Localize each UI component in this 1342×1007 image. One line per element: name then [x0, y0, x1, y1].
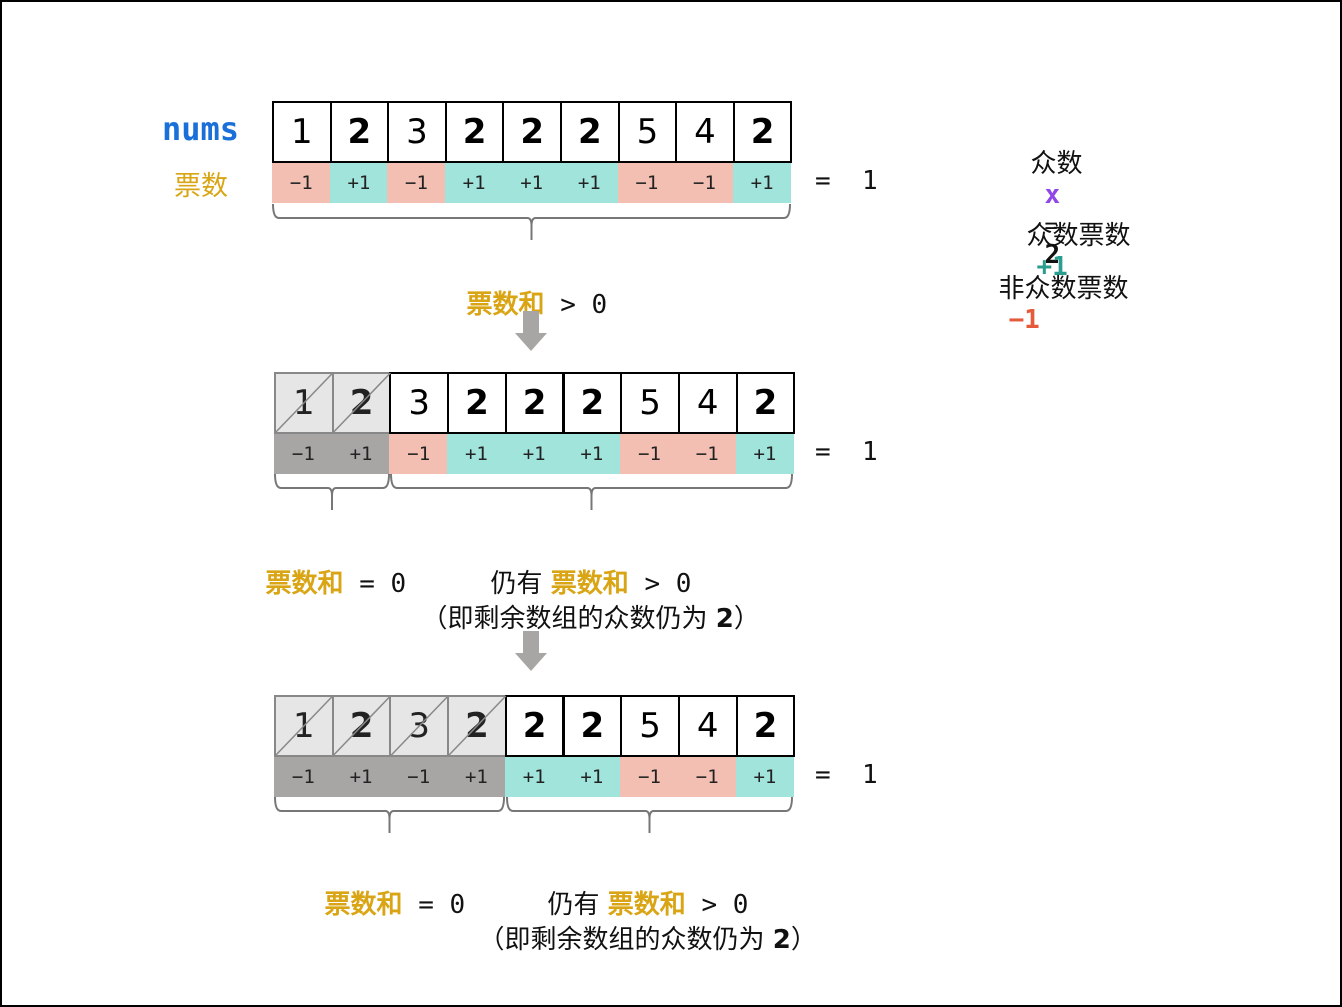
- votes-label: 票数: [174, 171, 228, 202]
- plus-vote-cell: +1: [562, 757, 622, 797]
- discarded-vote-cell: −1: [274, 434, 333, 474]
- num-cell: 5: [620, 372, 680, 434]
- minus-vote-cell: −1: [620, 757, 679, 797]
- discarded-num-cell: 2: [331, 695, 392, 757]
- sum-result-2: = 1: [815, 437, 878, 467]
- discarded-vote-cell: −1: [274, 757, 333, 797]
- num-cell: 2: [562, 695, 623, 757]
- vote-sum-condition: = 0: [343, 569, 407, 599]
- minus-vote-cell: −1: [677, 757, 737, 797]
- plus-vote-cell: +1: [444, 163, 504, 203]
- num-cell: 2: [560, 101, 620, 163]
- note-close: ）: [733, 604, 760, 634]
- vote-sum-condition: > 0: [544, 290, 608, 320]
- note-value: 2: [715, 604, 734, 634]
- plus-vote-cell: +1: [504, 757, 564, 797]
- minus-vote-cell: −1: [617, 163, 677, 203]
- note-text: （即剩余数组的众数仍为: [421, 604, 716, 634]
- minus-vote-cell: −1: [677, 434, 737, 474]
- discarded-num-cell: 3: [389, 695, 450, 757]
- num-cell: 2: [447, 372, 507, 434]
- minus-vote-cell: −1: [675, 163, 734, 203]
- vote-sum-condition: = 0: [402, 890, 466, 920]
- plus-vote-cell: +1: [447, 434, 506, 474]
- plus-vote-cell: +1: [735, 434, 795, 474]
- minus-vote-cell: −1: [389, 434, 449, 474]
- num-cell: 3: [389, 372, 450, 434]
- legend-non-mode-vote-label: 非众数票数: [998, 274, 1129, 304]
- plus-vote-cell: +1: [560, 163, 619, 203]
- num-cell: 4: [677, 372, 738, 434]
- discarded-num-cell: 1: [274, 372, 334, 434]
- num-cell: 4: [677, 695, 738, 757]
- discarded-num-cell: 2: [447, 695, 507, 757]
- num-cell: 2: [735, 372, 796, 434]
- discarded-vote-cell: −1: [389, 757, 449, 797]
- discarded-num-cell: 1: [274, 695, 334, 757]
- plus-vote-cell: +1: [735, 757, 795, 797]
- discarded-vote-cell: +1: [447, 757, 506, 797]
- discarded-vote-cell: +1: [331, 434, 391, 474]
- num-cell: 2: [735, 695, 796, 757]
- plus-vote-cell: +1: [502, 163, 561, 203]
- note-text: （即剩余数组的众数仍为: [478, 925, 773, 955]
- sum-result-1: = 1: [815, 166, 878, 196]
- num-cell: 5: [617, 101, 678, 163]
- plus-vote-cell: +1: [562, 434, 622, 474]
- legend-non-mode-vote-value: −1: [1008, 305, 1040, 335]
- sum-result-3: = 1: [815, 760, 878, 790]
- discarded-vote-cell: +1: [331, 757, 391, 797]
- vote-sum-label: 票数和: [466, 290, 545, 320]
- num-cell: 4: [675, 101, 735, 163]
- caption-step2-note: （即剩余数组的众数仍为 2）: [405, 568, 760, 635]
- plus-vote-cell: +1: [732, 163, 792, 203]
- legend-non-mode-vote: 非众数票数 −1: [982, 238, 1129, 335]
- note-close: ）: [790, 925, 817, 955]
- minus-vote-cell: −1: [272, 163, 331, 203]
- minus-vote-cell: −1: [387, 163, 446, 203]
- minus-vote-cell: −1: [620, 434, 679, 474]
- discarded-num-cell: 2: [331, 372, 392, 434]
- num-cell: 2: [329, 101, 390, 163]
- num-cell: 5: [620, 695, 680, 757]
- vote-sum-label: 票数和: [324, 890, 403, 920]
- num-cell: 2: [504, 372, 565, 434]
- num-cell: 2: [732, 101, 793, 163]
- num-cell: 2: [502, 101, 562, 163]
- plus-vote-cell: +1: [504, 434, 564, 474]
- num-cell: 2: [444, 101, 505, 163]
- num-cell: 2: [504, 695, 565, 757]
- num-cell: 1: [272, 101, 332, 163]
- caption-step2-left: 票数和 = 0: [249, 533, 407, 600]
- caption-step3-note: （即剩余数组的众数仍为 2）: [462, 889, 817, 956]
- num-cell: 3: [387, 101, 447, 163]
- caption-step3-left: 票数和 = 0: [308, 854, 466, 921]
- caption-step1: 票数和 > 0: [450, 254, 608, 321]
- num-cell: 2: [562, 372, 623, 434]
- plus-vote-cell: +1: [329, 163, 389, 203]
- legend-mode-label: 众数: [1030, 149, 1083, 179]
- note-value: 2: [772, 925, 791, 955]
- vote-sum-label: 票数和: [265, 569, 344, 599]
- nums-label: nums: [162, 110, 240, 148]
